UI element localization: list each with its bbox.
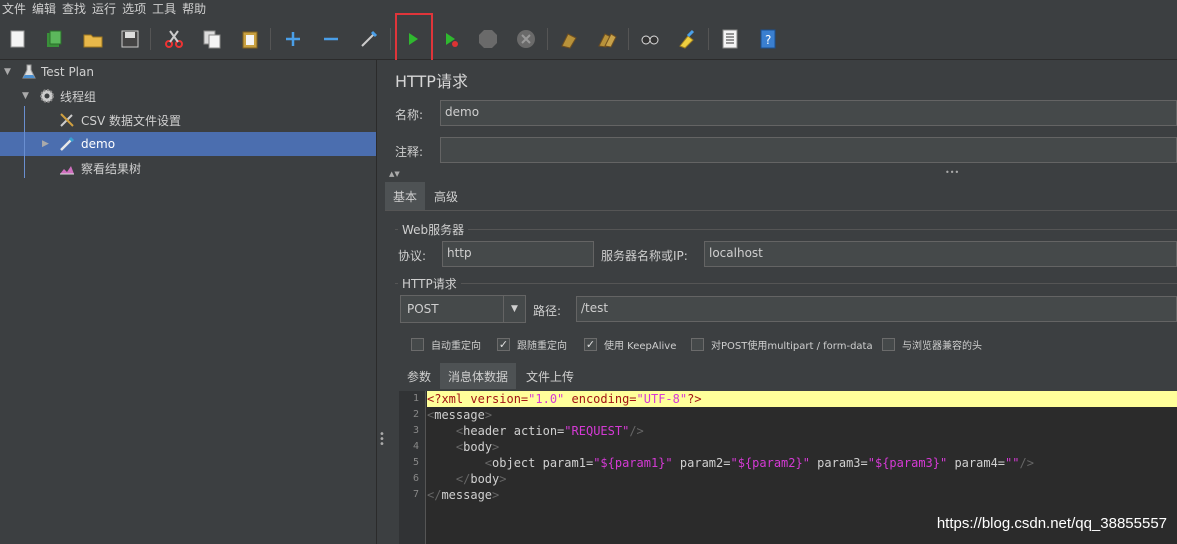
server-label: 服务器名称或IP:	[601, 249, 688, 263]
test-plan-tree: ▼ Test Plan ▼ 线程组 CSV 数据文件设置 ▶ demo 察看结果…	[0, 60, 376, 544]
name-label: 名称:	[395, 108, 424, 122]
chevron-right-icon[interactable]: ▶	[42, 139, 49, 149]
check-icon[interactable]: ✓	[497, 338, 510, 351]
menu-edit[interactable]: 编辑	[32, 1, 56, 17]
function-helper-icon[interactable]	[717, 26, 743, 52]
tree-item-test-plan[interactable]: ▼ Test Plan	[0, 60, 376, 84]
tree-item-thread-group[interactable]: ▼ 线程组	[0, 84, 376, 108]
chevron-down-icon[interactable]: ▼	[22, 91, 29, 101]
line-number-gutter: 1 2 3 4 5 6 7	[399, 391, 426, 544]
toggle-icon[interactable]	[356, 26, 382, 52]
code-line-1: <?xml version="1.0" encoding="UTF-8"?>	[427, 391, 1177, 407]
browser-headers-checkbox[interactable]: 与浏览器兼容的头	[882, 337, 982, 352]
keepalive-checkbox[interactable]: ✓ 使用 KeepAlive	[584, 337, 676, 352]
menu-search[interactable]: 查找	[62, 1, 86, 17]
panel-splitter[interactable]: • • •	[376, 60, 385, 544]
comment-field[interactable]	[440, 137, 1177, 163]
chevron-down-icon[interactable]: ▼	[4, 67, 11, 77]
collapse-arrows-icon[interactable]: ▲▼	[389, 170, 400, 178]
follow-redirect-checkbox[interactable]: ✓ 跟随重定向	[497, 337, 567, 352]
gear-icon	[40, 89, 54, 103]
menu-run[interactable]: 运行	[92, 1, 116, 17]
tree-item-csv-data-set[interactable]: CSV 数据文件设置	[0, 108, 376, 132]
pipette-icon	[60, 136, 75, 151]
protocol-label: 协议:	[398, 249, 427, 263]
stop-icon[interactable]	[475, 26, 501, 52]
clear-all-icon[interactable]	[594, 26, 620, 52]
menu-help[interactable]: 帮助	[182, 1, 206, 17]
multipart-checkbox[interactable]: 对POST使用multipart / form-data	[691, 337, 873, 352]
cut-icon[interactable]	[161, 26, 187, 52]
path-field[interactable]: /test	[576, 296, 1177, 322]
help-icon[interactable]: ?	[755, 26, 781, 52]
menu-file[interactable]: 文件	[2, 1, 26, 17]
tab-advanced[interactable]: 高级	[426, 182, 466, 210]
menu-tools[interactable]: 工具	[152, 1, 176, 17]
config-tabs: 基本 高级	[385, 182, 1177, 210]
protocol-field[interactable]: http	[442, 241, 594, 267]
web-server-group-title: Web服务器	[398, 221, 469, 238]
flask-icon	[22, 64, 36, 79]
tree-item-demo[interactable]: ▶ demo	[0, 132, 376, 156]
watermark: https://blog.csdn.net/qq_38855557	[936, 515, 1167, 532]
copy-icon[interactable]	[199, 26, 225, 52]
tab-body-data[interactable]: 消息体数据	[440, 363, 517, 389]
templates-icon[interactable]	[41, 26, 67, 52]
svg-text:?: ?	[765, 33, 771, 47]
tree-item-view-results-tree[interactable]: 察看结果树	[0, 156, 376, 180]
menu-options[interactable]: 选项	[122, 1, 146, 17]
auto-redirect-checkbox[interactable]: 自动重定向	[411, 337, 481, 352]
server-field[interactable]: localhost	[704, 241, 1177, 267]
open-icon[interactable]	[80, 26, 106, 52]
check-icon[interactable]: ✓	[584, 338, 597, 351]
code-line-6: </body>	[455, 472, 507, 486]
path-label: 路径:	[533, 304, 562, 318]
checkbox-box[interactable]	[411, 338, 424, 351]
section-divider[interactable]: ▲▼ •••	[385, 168, 1177, 180]
name-field[interactable]: demo	[440, 100, 1177, 126]
chevron-down-icon[interactable]: ▼	[503, 296, 525, 322]
code-line-2: <message>	[427, 408, 493, 422]
http-request-panel: HTTP请求 名称: demo 注释: ▲▼ ••• 基本 高级 Web服务器 …	[385, 60, 1177, 544]
code-line-7: </message>	[427, 488, 500, 502]
tab-files-upload[interactable]: 文件上传	[518, 363, 582, 389]
paste-icon[interactable]	[237, 26, 263, 52]
drag-handle-icon[interactable]: •••	[945, 168, 959, 177]
save-icon[interactable]	[117, 26, 143, 52]
checkbox-box[interactable]	[882, 338, 895, 351]
reset-search-icon[interactable]	[674, 26, 700, 52]
comment-label: 注释:	[395, 145, 424, 159]
tab-parameters[interactable]: 参数	[399, 363, 439, 389]
clear-icon[interactable]	[556, 26, 582, 52]
search-icon[interactable]	[637, 26, 663, 52]
code-line-3: <header action="REQUEST"/>	[455, 424, 644, 438]
code-line-5: <object param1="${param1}" param2="${par…	[484, 456, 1034, 470]
shutdown-icon[interactable]	[513, 26, 539, 52]
toolbar: ?	[0, 18, 1177, 60]
start-button-highlight	[395, 13, 433, 63]
code-line-4: <body>	[455, 440, 500, 454]
tools-icon	[60, 113, 74, 127]
start-no-pause-icon[interactable]	[438, 26, 464, 52]
method-select[interactable]: POST ▼	[400, 295, 526, 323]
graph-icon	[60, 166, 74, 175]
http-request-group-title: HTTP请求	[398, 275, 461, 292]
new-icon[interactable]	[5, 26, 31, 52]
tab-basic[interactable]: 基本	[385, 182, 426, 210]
expand-icon[interactable]	[280, 26, 306, 52]
collapse-icon[interactable]	[318, 26, 344, 52]
page-title: HTTP请求	[395, 72, 468, 91]
checkbox-box[interactable]	[691, 338, 704, 351]
menu-bar: 文件 编辑 查找 运行 选项 工具 帮助	[0, 0, 1177, 18]
